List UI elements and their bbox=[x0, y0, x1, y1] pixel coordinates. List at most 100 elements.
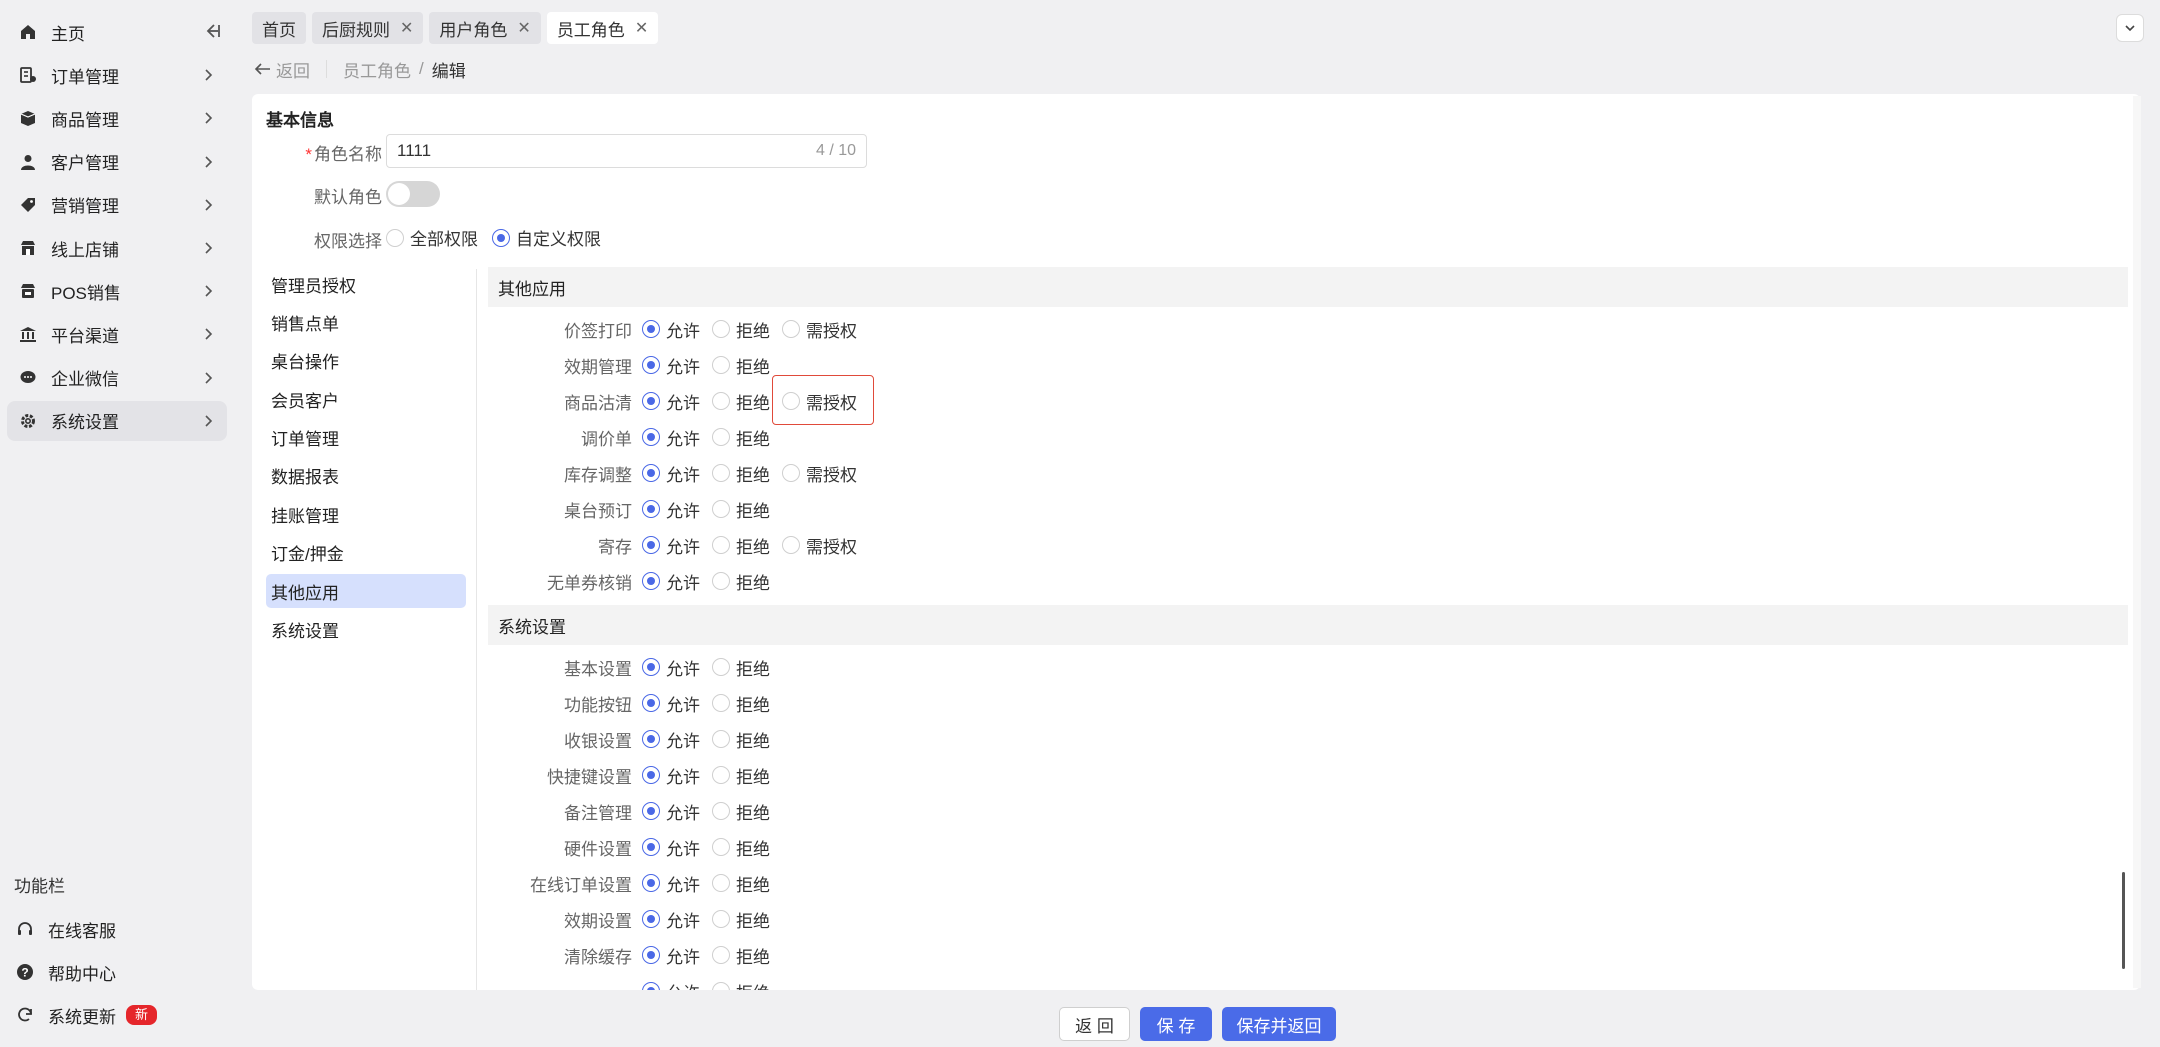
deny-radio[interactable]: 拒绝 bbox=[712, 389, 770, 414]
category-item[interactable]: 销售点单 bbox=[266, 305, 466, 339]
default-role-toggle[interactable] bbox=[386, 181, 440, 207]
func-item-refresh[interactable]: 系统更新新 bbox=[14, 1000, 158, 1030]
tab-3[interactable]: 员工角色 ✕ bbox=[546, 12, 659, 44]
deny-radio[interactable]: 拒绝 bbox=[712, 691, 770, 716]
category-item[interactable]: 桌台操作 bbox=[266, 344, 466, 378]
permission-row: 收银设置 允许 拒绝 bbox=[488, 721, 2128, 757]
radio-label: 允许 bbox=[666, 573, 700, 593]
allow-radio[interactable]: 允许 bbox=[642, 389, 700, 414]
radio-label: 允许 bbox=[666, 393, 700, 413]
deny-radio[interactable]: 拒绝 bbox=[712, 655, 770, 680]
radio-label: 允许 bbox=[666, 537, 700, 557]
scrollbar-thumb[interactable] bbox=[2122, 872, 2125, 969]
allow-radio[interactable]: 允许 bbox=[642, 943, 700, 968]
deny-radio[interactable]: 拒绝 bbox=[712, 763, 770, 788]
allow-radio[interactable]: 允许 bbox=[642, 907, 700, 932]
sidebar-item-gear[interactable]: 系统设置 bbox=[7, 400, 227, 441]
sidebar-item-bank[interactable]: 平台渠道 bbox=[7, 314, 227, 354]
deny-radio[interactable]: 拒绝 bbox=[712, 353, 770, 378]
permission-panel: 其他应用 价签打印 允许 拒绝 需授权 效期管理 允许 拒绝 商品沽清 允许 拒绝 需授权 调价单 允许拒… bbox=[488, 267, 2128, 990]
func-item-headset[interactable]: 在线客服 bbox=[14, 914, 116, 944]
category-item[interactable]: 系统设置 bbox=[266, 613, 466, 647]
auth-radio[interactable]: 需授权 bbox=[782, 389, 857, 414]
role-name-label: * 角色名称 bbox=[252, 140, 382, 165]
allow-radio[interactable]: 允许 bbox=[642, 317, 700, 342]
sidebar-item-tag[interactable]: 营销管理 bbox=[7, 185, 227, 225]
allow-radio[interactable]: 允许 bbox=[642, 835, 700, 860]
auth-radio[interactable]: 需授权 bbox=[782, 533, 857, 558]
permission-option-radio[interactable]: 自定义权限 bbox=[492, 225, 601, 250]
deny-radio[interactable]: 拒绝 bbox=[712, 497, 770, 522]
deny-radio[interactable]: 拒绝 bbox=[712, 835, 770, 860]
deny-radio[interactable]: 拒绝 bbox=[712, 907, 770, 932]
permission-option-radio[interactable]: 全部权限 bbox=[386, 225, 478, 250]
sidebar-item-store[interactable]: 线上店铺 bbox=[7, 228, 227, 268]
breadcrumb-parent[interactable]: 员工角色 bbox=[343, 57, 411, 82]
func-item-help[interactable]: ? 帮助中心 bbox=[14, 957, 116, 987]
tab-1[interactable]: 后厨规则 ✕ bbox=[312, 12, 424, 44]
tabs-dropdown-button[interactable] bbox=[2116, 14, 2144, 42]
allow-radio[interactable]: 允许 bbox=[642, 979, 700, 990]
deny-radio[interactable]: 拒绝 bbox=[712, 569, 770, 594]
category-item[interactable]: 会员客户 bbox=[266, 382, 466, 416]
allow-radio[interactable]: 允许 bbox=[642, 871, 700, 896]
deny-radio[interactable]: 拒绝 bbox=[712, 533, 770, 558]
radio-dot bbox=[642, 802, 660, 820]
radio-dot bbox=[712, 910, 730, 928]
save-button[interactable]: 保 存 bbox=[1140, 1007, 1212, 1041]
deny-radio[interactable]: 拒绝 bbox=[712, 943, 770, 968]
sidebar-item-user[interactable]: 客户管理 bbox=[7, 142, 227, 182]
allow-radio[interactable]: 允许 bbox=[642, 763, 700, 788]
allow-radio[interactable]: 允许 bbox=[642, 353, 700, 378]
allow-radio[interactable]: 允许 bbox=[642, 655, 700, 680]
allow-radio[interactable]: 允许 bbox=[642, 533, 700, 558]
deny-radio[interactable]: 拒绝 bbox=[712, 979, 770, 990]
sidebar-item-home[interactable]: 主页 bbox=[7, 12, 227, 52]
allow-radio[interactable]: 允许 bbox=[642, 799, 700, 824]
close-icon[interactable]: ✕ bbox=[635, 18, 648, 38]
radio-dot bbox=[712, 730, 730, 748]
allow-radio[interactable]: 允许 bbox=[642, 569, 700, 594]
sidebar-item-pos[interactable]: POS销售 bbox=[7, 271, 227, 311]
deny-radio[interactable]: 拒绝 bbox=[712, 461, 770, 486]
radio-dot bbox=[642, 946, 660, 964]
auth-radio[interactable]: 需授权 bbox=[782, 461, 857, 486]
sidebar-item-chat[interactable]: 企业微信 bbox=[7, 358, 227, 398]
chevron-right-icon bbox=[199, 239, 217, 257]
deny-radio[interactable]: 拒绝 bbox=[712, 727, 770, 752]
deny-radio[interactable]: 拒绝 bbox=[712, 425, 770, 450]
allow-radio[interactable]: 允许 bbox=[642, 691, 700, 716]
close-icon[interactable]: ✕ bbox=[400, 18, 413, 38]
deny-radio[interactable]: 拒绝 bbox=[712, 317, 770, 342]
category-item[interactable]: 挂账管理 bbox=[266, 497, 466, 531]
radio-dot bbox=[642, 320, 660, 338]
role-name-input[interactable]: 1111 4 / 10 bbox=[386, 134, 867, 168]
radio-label: 拒绝 bbox=[736, 357, 770, 377]
deny-radio[interactable]: 拒绝 bbox=[712, 871, 770, 896]
allow-radio[interactable]: 允许 bbox=[642, 497, 700, 522]
back-button[interactable]: 返 回 bbox=[1059, 1007, 1130, 1041]
collapse-sidebar-icon[interactable] bbox=[201, 20, 223, 42]
close-icon[interactable]: ✕ bbox=[517, 18, 530, 38]
tab-0[interactable]: 首页 bbox=[252, 12, 306, 44]
category-item[interactable]: 其他应用 bbox=[266, 574, 466, 609]
radio-dot bbox=[712, 874, 730, 892]
save-and-back-button[interactable]: 保存并返回 bbox=[1222, 1007, 1336, 1041]
auth-radio[interactable]: 需授权 bbox=[782, 317, 857, 342]
permission-options: 允许 拒绝 需授权 bbox=[642, 461, 857, 486]
allow-radio[interactable]: 允许 bbox=[642, 461, 700, 486]
deny-radio[interactable]: 拒绝 bbox=[712, 799, 770, 824]
back-link[interactable]: 返回 bbox=[254, 57, 310, 82]
sidebar-item-box[interactable]: 商品管理 bbox=[7, 98, 227, 138]
permission-options: 允许 拒绝 bbox=[642, 655, 770, 680]
radio-label: 允许 bbox=[666, 501, 700, 521]
category-item[interactable]: 管理员授权 bbox=[266, 267, 466, 301]
allow-radio[interactable]: 允许 bbox=[642, 425, 700, 450]
category-item[interactable]: 数据报表 bbox=[266, 459, 466, 493]
allow-radio[interactable]: 允许 bbox=[642, 727, 700, 752]
category-item[interactable]: 订金/押金 bbox=[266, 536, 466, 570]
breadcrumb-divider bbox=[326, 60, 327, 78]
tab-2[interactable]: 用户角色 ✕ bbox=[429, 12, 541, 44]
sidebar-item-order[interactable]: 订单管理 bbox=[7, 55, 227, 95]
category-item[interactable]: 订单管理 bbox=[266, 421, 466, 455]
